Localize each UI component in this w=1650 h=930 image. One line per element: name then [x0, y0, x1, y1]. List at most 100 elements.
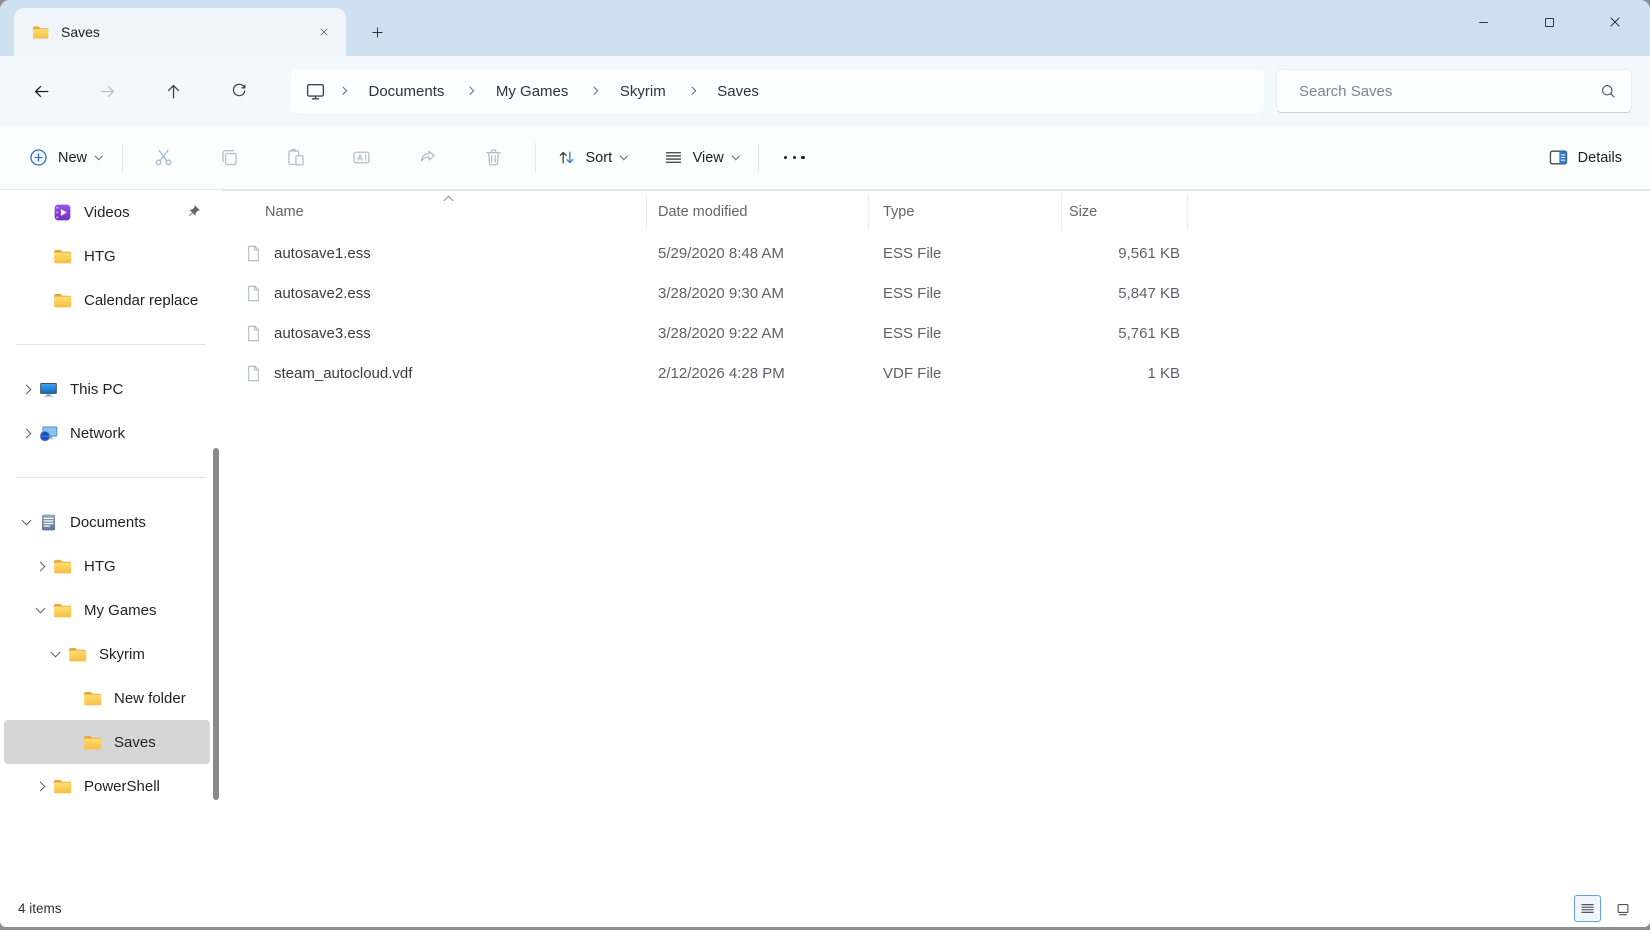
sidebar-item-label: This PC [70, 381, 123, 398]
breadcrumb-item-skyrim[interactable]: Skyrim [607, 69, 679, 113]
refresh-icon [230, 82, 248, 100]
folder-icon [52, 556, 73, 577]
copy-icon [219, 147, 240, 168]
breadcrumb-separator[interactable] [457, 69, 483, 113]
maximize-icon [1542, 15, 1557, 30]
back-button[interactable] [21, 71, 61, 111]
search-box[interactable] [1276, 69, 1632, 113]
chevron-down-icon [732, 152, 740, 160]
sidebar-item-network[interactable]: Network [4, 411, 210, 455]
view-toggle-details-icon [1579, 900, 1596, 917]
sidebar-item-label: My Games [84, 602, 157, 619]
ellipsis-icon [781, 156, 807, 160]
expand-chevron[interactable] [28, 563, 52, 570]
view-toggle-details[interactable] [1574, 895, 1601, 922]
new-tab-button[interactable] [360, 16, 394, 48]
rename-button[interactable] [342, 138, 382, 178]
sidebar-item-my-games[interactable]: My Games [4, 588, 210, 632]
new-button-label: New [58, 150, 87, 166]
breadcrumb-item-saves[interactable]: Saves [704, 69, 772, 113]
sidebar-item-this-pc[interactable]: This PC [4, 367, 210, 411]
forward-icon [98, 82, 117, 101]
copy-button[interactable] [210, 138, 250, 178]
refresh-button[interactable] [219, 71, 259, 111]
toolbar-separator [122, 143, 123, 173]
status-bar: 4 items [0, 890, 1650, 927]
up-button[interactable] [153, 71, 193, 111]
network-icon [38, 423, 59, 444]
file-row-autosave1[interactable]: autosave1.ess 5/29/2020 8:48 AM ESS File… [222, 233, 1650, 273]
collapse-chevron[interactable] [14, 521, 38, 524]
maximize-button[interactable] [1516, 0, 1582, 44]
search-input[interactable] [1287, 83, 1599, 100]
forward-button[interactable] [87, 71, 127, 111]
expand-chevron[interactable] [28, 783, 52, 790]
breadcrumb-separator[interactable] [581, 69, 607, 113]
cut-button[interactable] [144, 138, 184, 178]
breadcrumb-separator[interactable] [330, 69, 356, 113]
plus-circle-icon [28, 147, 49, 168]
file-size: 5,761 KB [1062, 325, 1188, 342]
file-row-autosave3[interactable]: autosave3.ess 3/28/2020 9:22 AM ESS File… [222, 313, 1650, 353]
sidebar-item-skyrim[interactable]: Skyrim [4, 632, 210, 676]
file-date-modified: 3/28/2020 9:30 AM [647, 285, 869, 302]
sort-button[interactable]: Sort [544, 138, 639, 178]
file-size: 1 KB [1062, 365, 1188, 382]
navigation-bar: Documents My Games Skyrim Saves [0, 56, 1650, 126]
column-header-date-modified[interactable]: Date modified [647, 191, 869, 233]
view-button[interactable]: View [651, 138, 751, 178]
chevron-right-icon [35, 781, 45, 791]
sort-ascending-icon [444, 196, 454, 206]
sort-icon [556, 147, 577, 168]
collapse-chevron[interactable] [43, 653, 67, 656]
file-name: steam_autocloud.vdf [274, 365, 412, 382]
command-toolbar: New Sort View [0, 126, 1650, 190]
expand-chevron[interactable] [14, 430, 38, 437]
more-options-button[interactable] [767, 138, 821, 178]
sidebar-item-calendar-replace[interactable]: Calendar replace [4, 278, 210, 322]
sidebar-item-powershell[interactable]: PowerShell [4, 764, 210, 808]
delete-button[interactable] [474, 138, 514, 178]
this-pc-icon [305, 81, 326, 102]
expand-chevron[interactable] [14, 386, 38, 393]
sidebar-item-saves[interactable]: Saves [4, 720, 210, 764]
tab-close-button[interactable] [310, 18, 338, 46]
paste-button[interactable] [276, 138, 316, 178]
sidebar: Videos HTG Calendar replace This PC [0, 190, 222, 890]
column-header-type[interactable]: Type [869, 191, 1062, 233]
folder-icon [52, 290, 73, 311]
sidebar-item-videos[interactable]: Videos [4, 190, 210, 234]
sidebar-item-new-folder[interactable]: New folder [4, 676, 210, 720]
file-type: ESS File [869, 245, 1062, 262]
file-row-steam-autocloud[interactable]: steam_autocloud.vdf 2/12/2026 4:28 PM VD… [222, 353, 1650, 393]
sidebar-item-label: HTG [84, 248, 116, 265]
breadcrumb-item-documents[interactable]: Documents [356, 69, 458, 113]
new-button[interactable]: New [16, 138, 114, 178]
sidebar-item-label: Skyrim [99, 646, 145, 663]
file-row-autosave2[interactable]: autosave2.ess 3/28/2020 9:30 AM ESS File… [222, 273, 1650, 313]
toolbar-separator [758, 143, 759, 173]
minimize-button[interactable] [1450, 0, 1516, 44]
sidebar-item-label: Documents [70, 514, 146, 531]
column-header-name[interactable]: Name [222, 191, 647, 233]
sidebar-item-htg-pinned[interactable]: HTG [4, 234, 210, 278]
breadcrumb-item-my-games[interactable]: My Games [483, 69, 582, 113]
close-button[interactable] [1582, 0, 1648, 44]
cut-icon [153, 147, 174, 168]
column-header-size[interactable]: Size [1062, 191, 1188, 233]
breadcrumb-this-pc[interactable] [303, 69, 330, 113]
videos-icon [52, 202, 73, 223]
details-pane-button[interactable]: Details [1536, 138, 1634, 178]
breadcrumb-separator[interactable] [679, 69, 705, 113]
sidebar-scrollbar[interactable] [213, 448, 219, 800]
collapse-chevron[interactable] [28, 609, 52, 612]
titlebar: Saves [0, 0, 1650, 56]
view-toggle-large-icons[interactable] [1609, 895, 1636, 922]
details-pane-icon [1548, 147, 1569, 168]
tab-saves[interactable]: Saves [14, 8, 346, 56]
file-date-modified: 5/29/2020 8:48 AM [647, 245, 869, 262]
close-icon [318, 26, 330, 38]
sidebar-item-documents[interactable]: Documents [4, 500, 210, 544]
sidebar-item-htg[interactable]: HTG [4, 544, 210, 588]
share-button[interactable] [408, 138, 448, 178]
